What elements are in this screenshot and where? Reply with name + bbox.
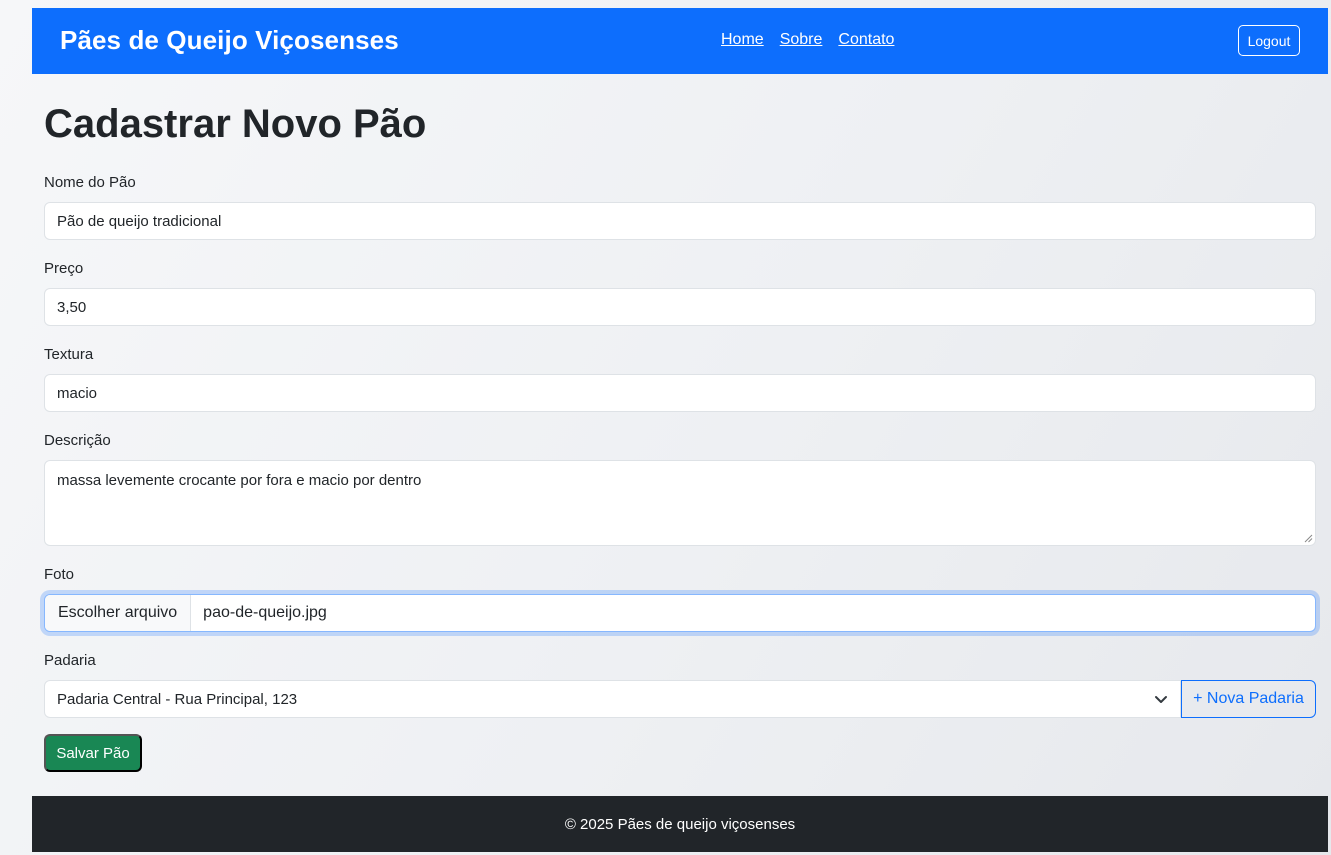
logout-button[interactable]: Logout (1238, 25, 1300, 56)
chevron-down-icon (1155, 696, 1167, 703)
salvar-pao-button[interactable]: Salvar Pão (44, 734, 142, 772)
descricao-label: Descrição (44, 432, 111, 449)
padaria-select[interactable]: Padaria Central - Rua Principal, 123 (44, 680, 1181, 718)
file-name: pao-de-queijo.jpg (203, 604, 327, 621)
navbar: Pães de Queijo Viçosenses Home Sobre Con… (32, 8, 1328, 74)
descricao-textarea[interactable]: massa levemente crocante por fora e maci… (44, 460, 1316, 546)
preco-label: Preço (44, 260, 84, 277)
nova-padaria-button[interactable]: + Nova Padaria (1181, 680, 1316, 718)
nav-link-sobre[interactable]: Sobre (780, 31, 823, 49)
brand-title[interactable]: Pães de Queijo Viçosenses (60, 25, 399, 56)
nav-link-home[interactable]: Home (721, 31, 764, 49)
resize-grip-icon[interactable] (1304, 534, 1313, 543)
footer: © 2025 Pães de queijo viçosenses (32, 796, 1328, 852)
nav-link-contato[interactable]: Contato (838, 31, 894, 49)
nome-input[interactable]: Pão de queijo tradicional (44, 202, 1316, 240)
textura-input[interactable]: macio (44, 374, 1316, 412)
nav-links: Home Sobre Contato (721, 31, 894, 49)
nome-label: Nome do Pão (44, 174, 136, 191)
page-title: Cadastrar Novo Pão (44, 102, 427, 146)
preco-input[interactable]: 3,50 (44, 288, 1316, 326)
choose-file-button[interactable]: Escolher arquivo (45, 595, 192, 631)
footer-text: © 2025 Pães de queijo viçosenses (564, 815, 796, 833)
foto-file-input[interactable]: Escolher arquivo pao-de-queijo.jpg (44, 594, 1316, 632)
padaria-row: Padaria Central - Rua Principal, 123 + N… (44, 680, 1316, 718)
padaria-selected: Padaria Central - Rua Principal, 123 (57, 690, 298, 708)
textura-label: Textura (44, 346, 94, 363)
descricao-text: massa levemente crocante por fora e maci… (57, 472, 422, 489)
foto-label: Foto (44, 566, 75, 583)
padaria-label: Padaria (44, 652, 96, 669)
